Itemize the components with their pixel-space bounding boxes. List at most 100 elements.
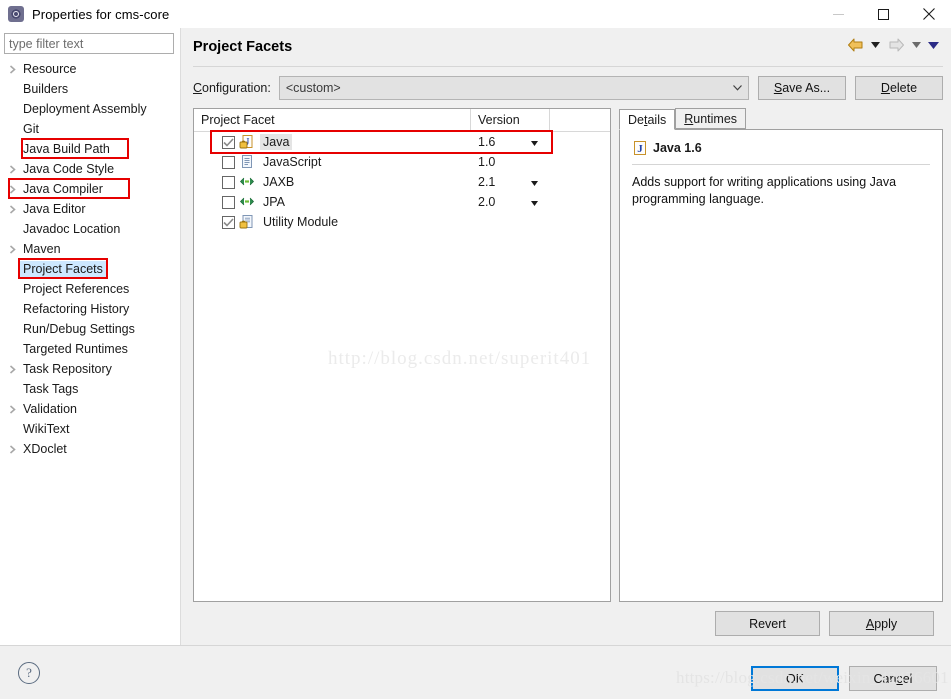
table-row[interactable]: JAXB 2.1 <box>194 172 610 192</box>
javascript-facet-icon <box>239 154 255 170</box>
sidebar-item-label: WikiText <box>23 421 70 436</box>
view-menu-button[interactable] <box>926 35 941 55</box>
sidebar-item-wikitext[interactable]: WikiText <box>0 419 180 439</box>
chevron-right-icon[interactable] <box>4 364 20 374</box>
version-dropdown-icon[interactable] <box>531 135 538 149</box>
sidebar-item-java-compiler[interactable]: Java Compiler <box>0 179 180 199</box>
sidebar-item-resource[interactable]: Resource <box>0 59 180 79</box>
configuration-combo[interactable]: <custom> <box>278 76 749 100</box>
table-row[interactable]: J Java 1.6 <box>194 132 610 152</box>
dialog-body: Resource Builders Deployment Assembly Git Ja… <box>0 28 951 645</box>
facet-label: JPA <box>263 195 285 209</box>
facet-checkbox[interactable] <box>222 175 235 189</box>
configuration-value: <custom> <box>285 81 341 95</box>
close-icon <box>922 8 935 20</box>
facet-version-cell[interactable]: 2.0 <box>471 195 550 209</box>
close-button[interactable] <box>906 0 951 28</box>
chevron-right-icon[interactable] <box>4 444 20 454</box>
sidebar-item-label: Refactoring History <box>23 301 130 316</box>
facet-name-cell: Utility Module <box>194 214 471 230</box>
column-header-spacer <box>550 109 610 131</box>
header-divider <box>193 66 943 67</box>
sidebar-item-task-tags[interactable]: Task Tags <box>0 379 180 399</box>
forward-history-menu[interactable] <box>909 35 924 55</box>
sidebar-item-validation[interactable]: Validation <box>0 399 180 419</box>
sidebar-item-javadoc-location[interactable]: Javadoc Location <box>0 219 180 239</box>
sidebar-item-targeted-runtimes[interactable]: Targeted Runtimes <box>0 339 180 359</box>
back-button[interactable] <box>844 35 866 55</box>
sidebar-item-maven[interactable]: Maven <box>0 239 180 259</box>
footer-buttons: OK Can c el <box>751 666 937 691</box>
apply-button[interactable]: Apply <box>829 611 934 636</box>
filter-input[interactable] <box>4 33 174 54</box>
version-dropdown-icon[interactable] <box>531 195 538 209</box>
table-row[interactable]: JavaScript 1.0 <box>194 152 610 172</box>
sidebar-item-run-debug-settings[interactable]: Run/Debug Settings <box>0 319 180 339</box>
table-row[interactable]: Utility Module <box>194 212 610 232</box>
minimize-button[interactable] <box>816 0 861 28</box>
sidebar-item-project-references[interactable]: Project References <box>0 279 180 299</box>
facet-checkbox[interactable] <box>222 215 235 229</box>
facet-checkbox[interactable] <box>222 195 235 209</box>
sidebar-item-label: XDoclet <box>23 441 67 456</box>
table-row[interactable]: JPA 2.0 <box>194 192 610 212</box>
cancel-button[interactable]: Can c el <box>849 666 937 691</box>
sidebar-item-task-repository[interactable]: Task Repository <box>0 359 180 379</box>
sidebar-item-java-build-path[interactable]: Java Build Path <box>0 139 180 159</box>
sidebar-item-java-editor[interactable]: Java Editor <box>0 199 180 219</box>
details-pane: De t ails Runtimes J Java 1.6 Adds suppo… <box>619 108 943 602</box>
project-facet-table[interactable]: Project Facet Version J Java 1.6 JavaScript… <box>193 108 611 602</box>
chevron-right-icon[interactable] <box>4 204 20 214</box>
detail-heading: J Java 1.6 <box>632 140 930 156</box>
sidebar-item-label: Javadoc Location <box>23 221 121 236</box>
maximize-button[interactable] <box>861 0 906 28</box>
save-as-button[interactable]: Save As... <box>758 76 846 100</box>
sidebar-item-builders[interactable]: Builders <box>0 79 180 99</box>
table-header: Project Facet Version <box>194 109 610 132</box>
sidebar-item-java-code-style[interactable]: Java Code Style <box>0 159 180 179</box>
chevron-right-icon[interactable] <box>4 164 20 174</box>
navigation-toolbar <box>844 35 941 55</box>
sidebar-item-xdoclet[interactable]: XDoclet <box>0 439 180 459</box>
facet-label: JavaScript <box>263 155 322 169</box>
column-header-version[interactable]: Version <box>471 109 550 131</box>
version-dropdown-icon[interactable] <box>531 175 538 189</box>
chevron-down-icon <box>871 42 880 48</box>
back-arrow-icon <box>847 38 862 52</box>
sidebar-item-refactoring-history[interactable]: Refactoring History <box>0 299 180 319</box>
sidebar-item-git[interactable]: Git <box>0 119 180 139</box>
revert-button[interactable]: Revert <box>715 611 820 636</box>
sidebar-item-label: Task Repository <box>23 361 112 376</box>
delete-button[interactable]: Delete <box>855 76 943 100</box>
title-bar: Properties for cms-core <box>0 0 951 28</box>
facet-checkbox[interactable] <box>222 155 235 169</box>
help-question-icon[interactable]: ? <box>18 661 40 684</box>
chevron-down-icon <box>912 42 921 48</box>
chevron-down-icon <box>733 77 742 99</box>
settings-tree-pane: Resource Builders Deployment Assembly Git Ja… <box>0 28 181 645</box>
column-header-project-facet[interactable]: Project Facet <box>194 109 471 131</box>
facet-version-cell[interactable]: 2.1 <box>471 175 550 189</box>
sidebar-item-label: Deployment Assembly <box>23 101 147 116</box>
chevron-right-icon[interactable] <box>4 404 20 414</box>
facet-version-label: 2.0 <box>478 195 496 209</box>
tab-runtimes[interactable]: Runtimes <box>675 108 747 129</box>
java-facet-icon: J <box>239 134 255 150</box>
sidebar-item-label: Maven <box>23 241 61 256</box>
facet-label: JAXB <box>263 175 295 189</box>
facet-version-cell[interactable]: 1.6 <box>471 135 550 149</box>
sidebar-item-project-facets[interactable]: Project Facets <box>0 259 180 279</box>
facet-checkbox[interactable] <box>222 135 235 149</box>
maximize-icon <box>878 8 889 20</box>
back-history-menu[interactable] <box>868 35 883 55</box>
chevron-right-icon[interactable] <box>4 184 20 194</box>
facet-version-cell[interactable]: 1.0 <box>471 155 550 169</box>
chevron-right-icon[interactable] <box>4 244 20 254</box>
chevron-right-icon[interactable] <box>4 64 20 74</box>
sidebar-item-deployment-assembly[interactable]: Deployment Assembly <box>0 99 180 119</box>
sidebar-item-label: Git <box>23 121 39 136</box>
sidebar-item-label: Java Compiler <box>23 181 103 196</box>
forward-button[interactable] <box>885 35 907 55</box>
tab-details[interactable]: De t ails <box>619 109 676 130</box>
ok-button[interactable]: OK <box>751 666 839 691</box>
